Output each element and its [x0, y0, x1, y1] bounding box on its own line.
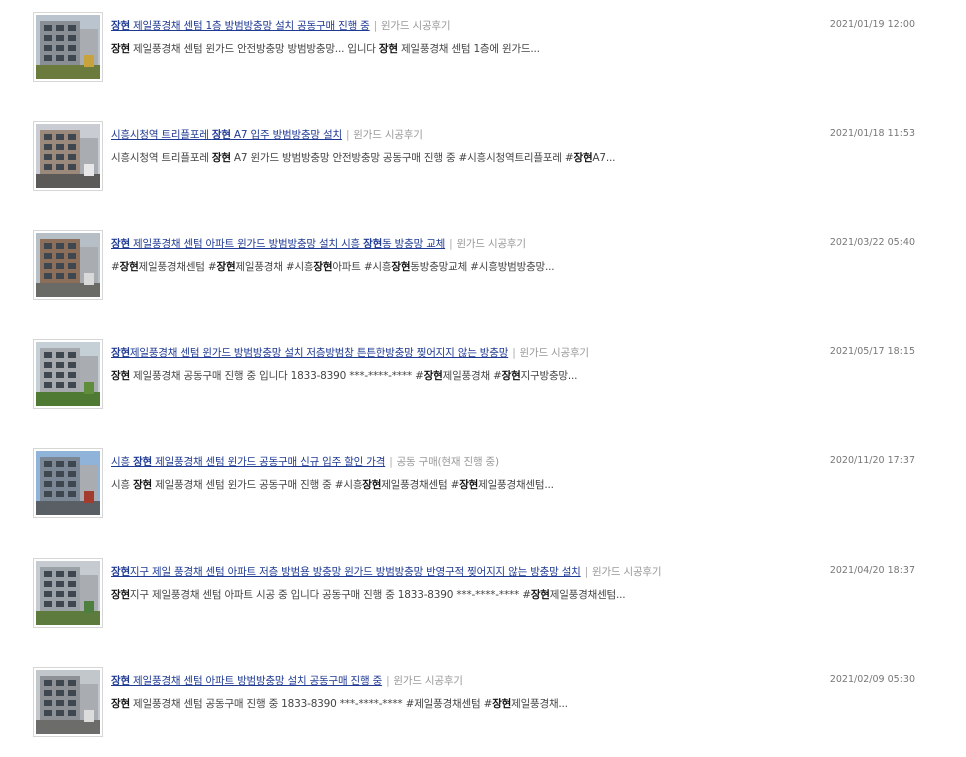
result-category[interactable]: 윈가드 시공후기 [592, 566, 662, 578]
keyword-highlight: 장현 [423, 370, 443, 382]
keyword-highlight: 장현 [111, 589, 130, 601]
result-category[interactable]: 윈가드 시공후기 [353, 129, 423, 141]
search-result-item: 시흥시청역 트리플포레 장현 A7 입주 방범방충망 설치 | 윈가드 시공후기 20… [0, 121, 966, 211]
thumbnail-image [36, 561, 100, 625]
result-title-link[interactable]: 장현지구 제일 풍경채 센텀 아파트 저층 방범용 방충망 윈가드 방범방충망 … [111, 566, 581, 578]
result-title-link[interactable]: 시흥시청역 트리플포레 장현 A7 입주 방범방충망 설치 [111, 129, 342, 141]
keyword-highlight: 장현 [111, 675, 130, 687]
thumbnail-image [36, 15, 100, 79]
keyword-highlight: 장현 [391, 261, 411, 273]
title-category-separator: | [389, 456, 393, 468]
title-category-separator: | [373, 20, 378, 32]
search-result-item: 장현지구 제일 풍경채 센텀 아파트 저층 방범용 방충망 윈가드 방범방충망 … [0, 558, 966, 648]
keyword-highlight: 장현 [216, 261, 236, 273]
result-date: 2021/01/19 12:00 [829, 19, 915, 30]
result-category[interactable]: 윈가드 시공후기 [381, 20, 451, 32]
keyword-highlight: 장현 [111, 238, 130, 250]
result-snippet: 장현 제일풍경채 센텀 공동구매 진행 중 1833-8390 ***-****… [111, 698, 568, 710]
result-snippet: 장현 제일풍경채 공동구매 진행 중 입니다 1833-8390 ***-***… [111, 370, 578, 382]
result-snippet: #장현제일풍경채센텀 #장현제일풍경채 #시흥장현아파트 #시흥장현동방충망교체… [111, 261, 555, 273]
keyword-highlight: 장현 [362, 479, 382, 491]
result-thumbnail[interactable] [33, 667, 103, 737]
thumbnail-image [36, 451, 100, 515]
search-result-item: 장현 제일풍경채 센텀 1층 방범방충망 설치 공동구매 진행 중 | 윈가드 시공… [0, 12, 966, 102]
keyword-highlight: 장현 [378, 43, 398, 55]
result-title-line: 장현 제일풍경채 센텀 1층 방범방충망 설치 공동구매 진행 중 | 윈가드 시공… [111, 19, 811, 33]
result-date: 2021/05/17 18:15 [829, 346, 915, 357]
keyword-highlight: 장현 [133, 479, 152, 491]
result-title-line: 시흥시청역 트리플포레 장현 A7 입주 방범방충망 설치 | 윈가드 시공후기 [111, 128, 811, 142]
result-title-line: 장현 제일풍경채 센텀 아파트 방범방충망 설치 공동구매 진행 중 | 윈가드 시… [111, 674, 811, 688]
result-snippet: 시흥시청역 트리플포레 장현 A7 윈가드 방범방충망 안전방충망 공동구매 진… [111, 152, 616, 164]
keyword-highlight: 장현 [501, 370, 521, 382]
search-result-item: 장현 제일풍경채 센텀 아파트 방범방충망 설치 공동구매 진행 중 | 윈가드 시… [0, 667, 966, 757]
title-category-separator: | [345, 129, 350, 141]
result-category[interactable]: 공동 구매(현재 진행 중) [397, 456, 500, 468]
search-result-item: 시흥 장현 제일풍경채 센텀 윈가드 공동구매 신규 입주 할인 가격 | 공동 구… [0, 448, 966, 538]
result-date: 2021/04/20 18:37 [829, 565, 915, 576]
result-date: 2020/11/20 17:37 [829, 455, 915, 466]
result-thumbnail[interactable] [33, 121, 103, 191]
result-title-line: 장현 제일풍경채 센텀 아파트 윈가드 방범방충망 설치 시흥 장현동 방충망 … [111, 237, 811, 251]
result-title-line: 시흥 장현 제일풍경채 센텀 윈가드 공동구매 신규 입주 할인 가격 | 공동 구… [111, 455, 811, 469]
result-title-link[interactable]: 장현 제일풍경채 센텀 아파트 방범방충망 설치 공동구매 진행 중 [111, 675, 382, 687]
title-category-separator: | [449, 238, 453, 250]
result-title-line: 장현제일풍경채 센텀 윈가드 방범방충망 설치 저층방범창 튼튼한방충망 찢어지… [111, 346, 811, 360]
result-title-link[interactable]: 장현 제일풍경채 센텀 아파트 윈가드 방범방충망 설치 시흥 장현동 방충망 … [111, 238, 445, 250]
keyword-highlight: 장현 [363, 238, 383, 250]
keyword-highlight: 장현 [111, 43, 130, 55]
result-category[interactable]: 윈가드 시공후기 [520, 347, 590, 359]
keyword-highlight: 장현 [211, 152, 231, 164]
result-category[interactable]: 윈가드 시공후기 [456, 238, 526, 250]
keyword-highlight: 장현 [313, 261, 333, 273]
result-title-link[interactable]: 시흥 장현 제일풍경채 센텀 윈가드 공동구매 신규 입주 할인 가격 [111, 456, 385, 468]
result-date: 2021/02/09 05:30 [829, 674, 915, 685]
thumbnail-image [36, 670, 100, 734]
keyword-highlight: 장현 [530, 589, 550, 601]
title-category-separator: | [386, 675, 390, 687]
keyword-highlight: 장현 [111, 698, 130, 710]
result-thumbnail[interactable] [33, 448, 103, 518]
result-date: 2021/03/22 05:40 [829, 237, 915, 248]
result-snippet: 장현 제일풍경채 센텀 윈가드 안전방충망 방범방충망... 입니다 장현 제일… [111, 43, 540, 55]
keyword-highlight: 장현 [573, 152, 593, 164]
keyword-highlight: 장현 [211, 129, 231, 141]
result-snippet: 장현지구 제일풍경채 센텀 아파트 시공 중 입니다 공동구매 진행 중 183… [111, 589, 626, 601]
result-thumbnail[interactable] [33, 12, 103, 82]
result-thumbnail[interactable] [33, 558, 103, 628]
title-category-separator: | [584, 566, 589, 578]
keyword-highlight: 장현 [119, 261, 139, 273]
keyword-highlight: 장현 [133, 456, 152, 468]
result-date: 2021/01/18 11:53 [829, 128, 915, 139]
result-snippet: 시흥 장현 제일풍경채 센텀 윈가드 공동구매 진행 중 #시흥장현제일풍경채센… [111, 479, 554, 491]
keyword-highlight: 장현 [111, 347, 130, 359]
keyword-highlight: 장현 [492, 698, 512, 710]
result-title-line: 장현지구 제일 풍경채 센텀 아파트 저층 방범용 방충망 윈가드 방범방충망 … [111, 565, 811, 579]
thumbnail-image [36, 124, 100, 188]
title-category-separator: | [512, 347, 516, 359]
keyword-highlight: 장현 [111, 20, 130, 32]
result-title-link[interactable]: 장현제일풍경채 센텀 윈가드 방범방충망 설치 저층방범창 튼튼한방충망 찢어지… [111, 347, 508, 359]
result-category[interactable]: 윈가드 시공후기 [393, 675, 463, 687]
keyword-highlight: 장현 [111, 566, 130, 578]
result-title-link[interactable]: 장현 제일풍경채 센텀 1층 방범방충망 설치 공동구매 진행 중 [111, 20, 370, 32]
result-thumbnail[interactable] [33, 230, 103, 300]
keyword-highlight: 장현 [111, 370, 130, 382]
result-thumbnail[interactable] [33, 339, 103, 409]
search-result-item: 장현제일풍경채 센텀 윈가드 방범방충망 설치 저층방범창 튼튼한방충망 찢어지… [0, 339, 966, 429]
search-result-item: 장현 제일풍경채 센텀 아파트 윈가드 방범방충망 설치 시흥 장현동 방충망 … [0, 230, 966, 320]
keyword-highlight: 장현 [459, 479, 479, 491]
thumbnail-image [36, 233, 100, 297]
thumbnail-image [36, 342, 100, 406]
